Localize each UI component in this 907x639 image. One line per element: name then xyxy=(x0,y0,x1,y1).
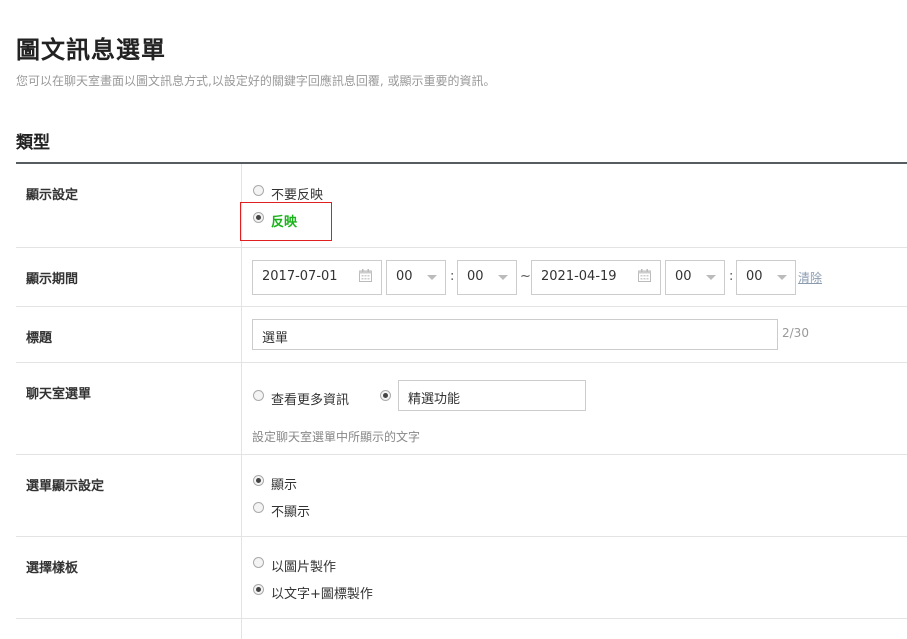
chevron-down-icon xyxy=(777,275,787,280)
end-date-input[interactable]: 2021-04-19 xyxy=(531,260,661,295)
chevron-down-icon xyxy=(427,275,437,280)
row-menu-display: 選單顯示設定 顯示 不顯示 xyxy=(16,455,907,537)
calendar-icon xyxy=(359,269,372,282)
row-template: 選擇樣板 以圖片製作 以文字+圖標製作 xyxy=(16,537,907,619)
row-display-period: 顯示期間 2017-07-01 00 : 00 ~ 2021-04-19 00 xyxy=(16,248,907,307)
radio-no-reflect[interactable] xyxy=(253,185,264,196)
radio-text-icon-template[interactable] xyxy=(253,584,264,595)
tilde-separator: ~ xyxy=(520,269,531,284)
row-label: 標題 xyxy=(26,331,53,346)
radio-reflect[interactable] xyxy=(253,212,264,223)
row-display-setting: 顯示設定 不要反映 反映 xyxy=(16,164,907,248)
radio-label-no-reflect: 不要反映 xyxy=(271,188,324,203)
radio-label-hide: 不顯示 xyxy=(271,505,311,520)
radio-custom-text[interactable] xyxy=(380,390,391,401)
chat-menu-text-input[interactable]: 精選功能 xyxy=(398,380,586,411)
start-date-input[interactable]: 2017-07-01 xyxy=(252,260,382,295)
row-label: 選單顯示設定 xyxy=(26,479,105,494)
row-title: 標題 選單 2/30 xyxy=(16,307,907,363)
radio-label-text-icon-template: 以文字+圖標製作 xyxy=(271,587,373,602)
row-chat-menu: 聊天室選單 查看更多資訊 精選功能 設定聊天室選單中所顯示的文字 xyxy=(16,363,907,455)
row-label: 聊天室選單 xyxy=(26,387,92,402)
start-hour-select[interactable]: 00 xyxy=(386,260,446,295)
radio-image-template[interactable] xyxy=(253,557,264,568)
clear-link[interactable]: 清除 xyxy=(798,269,822,286)
title-input[interactable]: 選單 xyxy=(252,319,778,350)
row-partial xyxy=(16,619,907,639)
radio-label-image-template: 以圖片製作 xyxy=(271,560,337,575)
page-description: 您可以在聊天室畫面以圖文訊息方式,以設定好的關鍵字回應訊息回覆, 或顯示重要的資… xyxy=(16,74,496,88)
colon-separator: : xyxy=(450,269,455,284)
end-minute-select[interactable]: 00 xyxy=(736,260,796,295)
radio-label-reflect: 反映 xyxy=(271,215,298,230)
chevron-down-icon xyxy=(706,275,716,280)
page-title: 圖文訊息選單 xyxy=(16,36,166,64)
radio-more-info[interactable] xyxy=(253,390,264,401)
radio-label-show: 顯示 xyxy=(271,478,298,493)
start-minute-select[interactable]: 00 xyxy=(457,260,517,295)
section-title: 類型 xyxy=(16,133,50,153)
radio-hide[interactable] xyxy=(253,502,264,513)
colon-separator: : xyxy=(729,269,734,284)
row-label: 選擇樣板 xyxy=(26,561,79,576)
char-counter: 2/30 xyxy=(782,326,809,340)
row-label: 顯示期間 xyxy=(26,272,79,287)
radio-label-more-info: 查看更多資訊 xyxy=(271,393,350,408)
row-label: 顯示設定 xyxy=(26,188,79,203)
radio-show[interactable] xyxy=(253,475,264,486)
calendar-icon xyxy=(638,269,651,282)
chevron-down-icon xyxy=(498,275,508,280)
end-hour-select[interactable]: 00 xyxy=(665,260,725,295)
chat-menu-hint: 設定聊天室選單中所顯示的文字 xyxy=(252,430,421,444)
